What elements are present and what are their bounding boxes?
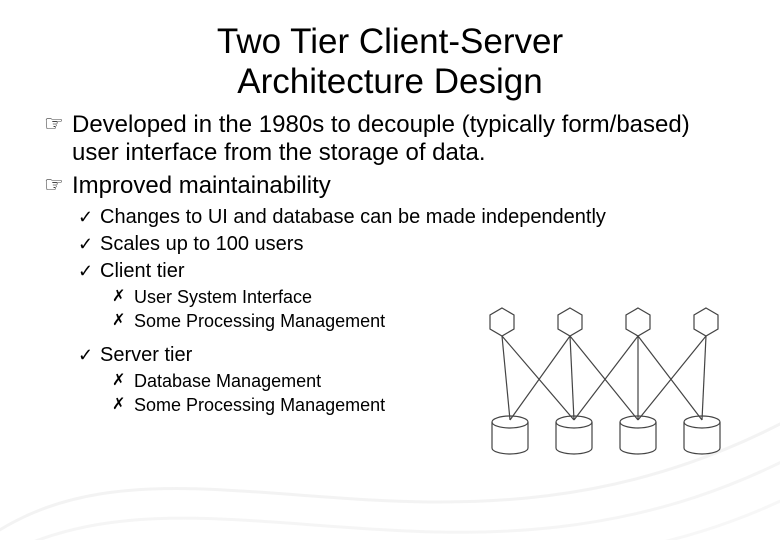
- bullet-text: Some Processing Management: [134, 310, 742, 333]
- cross-icon: ✗: [112, 394, 134, 416]
- bullet-text: Changes to UI and database can be made i…: [100, 205, 742, 230]
- bullet-l3: ✗ User System Interface: [112, 286, 742, 309]
- bullet-text: Some Processing Management: [134, 394, 742, 417]
- bullet-text: Database Management: [134, 370, 742, 393]
- bullet-l2: ✓ Scales up to 100 users: [78, 232, 742, 257]
- pointing-hand-icon: ☞: [44, 111, 72, 137]
- bullet-l1: ☞ Developed in the 1980s to decouple (ty…: [44, 111, 742, 169]
- bullet-text: Scales up to 100 users: [100, 232, 742, 257]
- cross-icon: ✗: [112, 286, 134, 308]
- pointing-hand-icon: ☞: [44, 172, 72, 198]
- slide: Two Tier Client-Server Architecture Desi…: [0, 0, 780, 540]
- bullet-l1: ☞ Improved maintainability: [44, 172, 742, 201]
- bullet-l3: ✗ Some Processing Management: [112, 394, 742, 417]
- bullet-text: Client tier: [100, 259, 742, 284]
- cross-icon: ✗: [112, 370, 134, 392]
- check-icon: ✓: [78, 232, 100, 256]
- check-icon: ✓: [78, 343, 100, 367]
- bullet-l3: ✗ Database Management: [112, 370, 742, 393]
- slide-body: ☞ Developed in the 1980s to decouple (ty…: [0, 103, 780, 418]
- bullet-l2: ✓ Client tier: [78, 259, 742, 284]
- check-icon: ✓: [78, 259, 100, 283]
- title-line-2: Architecture Design: [237, 62, 542, 101]
- bullet-text: User System Interface: [134, 286, 742, 309]
- slide-title: Two Tier Client-Server Architecture Desi…: [0, 0, 780, 103]
- bullet-text: Server tier: [100, 343, 742, 368]
- bullet-l2: ✓ Server tier: [78, 343, 742, 368]
- bullet-l3: ✗ Some Processing Management: [112, 310, 742, 333]
- bullet-text: Improved maintainability: [72, 172, 742, 201]
- check-icon: ✓: [78, 205, 100, 229]
- title-line-1: Two Tier Client-Server: [217, 22, 563, 61]
- cross-icon: ✗: [112, 310, 134, 332]
- bullet-l2: ✓ Changes to UI and database can be made…: [78, 205, 742, 230]
- bullet-text: Developed in the 1980s to decouple (typi…: [72, 111, 742, 169]
